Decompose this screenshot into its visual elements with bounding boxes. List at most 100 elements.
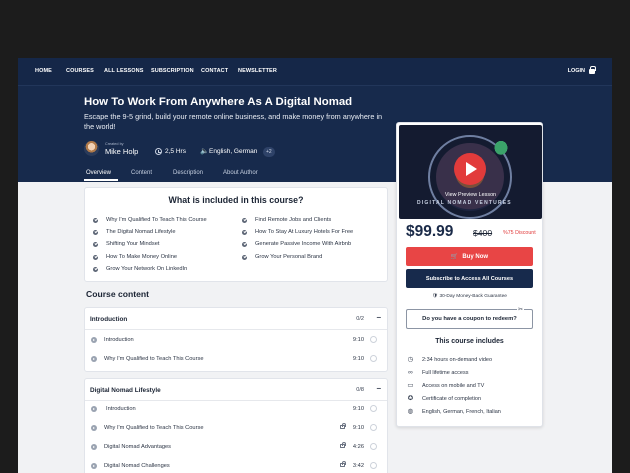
- included-item-text: Why I'm Qualified To Teach This Course: [106, 217, 207, 223]
- play-icon: [91, 406, 97, 412]
- nav-subscription[interactable]: SUBSCRIPTION: [151, 68, 194, 74]
- tab-content[interactable]: Content: [131, 170, 152, 176]
- section-progress: 0/2: [356, 316, 364, 322]
- preview-label[interactable]: View Preview Lesson: [399, 192, 542, 198]
- includes-item-text: Full lifetime access: [422, 369, 469, 376]
- course-title: How To Work From Anywhere As A Digital N…: [84, 96, 353, 108]
- included-item-text: Grow Your Personal Brand: [255, 254, 323, 260]
- author-name[interactable]: Mike Holp: [105, 147, 138, 156]
- included-item: Generate Passive Income With Airbnb: [242, 241, 351, 247]
- lesson-complete-checkbox[interactable]: [370, 336, 377, 343]
- lesson-duration: 9:10: [352, 337, 364, 343]
- shield-icon: 🛡: [432, 294, 439, 299]
- play-button[interactable]: [454, 153, 486, 185]
- included-item: Why I'm Qualified To Teach This Course: [93, 217, 207, 223]
- lesson-complete-checkbox[interactable]: [370, 355, 377, 362]
- subscribe-button[interactable]: Subscribe to Access All Courses: [406, 269, 533, 288]
- coupon-button[interactable]: Do you have a coupon to redeem?: [406, 309, 533, 329]
- content-section: Digital Nomad Lifestyle 0/8 − Introducti…: [84, 378, 388, 473]
- tab-about-author[interactable]: About Author: [223, 170, 258, 176]
- collapse-icon[interactable]: −: [376, 314, 381, 322]
- lesson-duration: 3:42: [352, 463, 364, 469]
- lock-icon: [340, 442, 346, 448]
- lesson-row[interactable]: Introduction 9:10: [85, 331, 387, 350]
- course-content-title: Course content: [86, 289, 150, 299]
- nav-home[interactable]: HOME: [35, 68, 52, 74]
- includes-item-text: Access on mobile and TV: [422, 382, 485, 389]
- section-progress: 0/8: [356, 387, 364, 393]
- author-avatar: [84, 141, 99, 156]
- play-icon: [91, 356, 97, 362]
- included-item: Grow Your Personal Brand: [242, 254, 322, 260]
- lesson-row[interactable]: Digital Nomad Advantages 4:26: [85, 438, 387, 457]
- lesson-title: Why I'm Qualified to Teach This Course: [104, 425, 204, 431]
- lesson-row[interactable]: Introduction 9:10: [85, 400, 387, 419]
- guarantee-note: 🛡 30-Day Money-Back Guarantee: [397, 294, 542, 299]
- collapse-icon[interactable]: −: [376, 385, 381, 393]
- lesson-duration: 9:10: [352, 425, 364, 431]
- speaker-icon: 🔈: [200, 148, 209, 155]
- section-header[interactable]: Introduction 0/2 −: [85, 308, 387, 330]
- content-section: Introduction 0/2 − Introduction 9:10 Why…: [84, 307, 388, 372]
- lesson-row[interactable]: Digital Nomad Challenges 3:42: [85, 457, 387, 473]
- buy-now-button[interactable]: 🛒 Buy Now: [406, 247, 533, 266]
- clock-icon: ◷: [407, 356, 414, 363]
- check-icon: [93, 266, 98, 272]
- check-icon: [242, 229, 247, 235]
- login-button[interactable]: LOGIN: [568, 66, 596, 74]
- includes-item: ∞ Full lifetime access: [407, 369, 468, 376]
- lesson-duration: 9:10: [352, 406, 364, 412]
- preview-badge-text: DIGITAL NOMAD VENTURES: [417, 200, 512, 206]
- included-item: Find Remote Jobs and Clients: [242, 217, 331, 223]
- lesson-complete-checkbox[interactable]: [370, 405, 377, 412]
- included-item-text: Find Remote Jobs and Clients: [255, 217, 332, 223]
- tv-icon: ▭: [407, 382, 414, 389]
- lesson-complete-checkbox[interactable]: [370, 424, 377, 431]
- created-by-label: Created by: [105, 142, 124, 146]
- play-icon: [91, 337, 97, 343]
- course-languages: English, German: [209, 148, 258, 155]
- includes-item: ✪ Certificate of completion: [407, 395, 481, 402]
- current-price: $99.99: [406, 223, 454, 240]
- lesson-title: Why I'm Qualified to Teach This Course: [104, 356, 204, 362]
- check-icon: [93, 229, 98, 235]
- more-languages-badge[interactable]: +2: [263, 146, 275, 157]
- includes-item: ◍ English, German, French, Italian: [407, 408, 501, 415]
- lock-icon: [340, 423, 346, 429]
- discount-label: %75 Discount: [503, 230, 536, 236]
- course-subtitle: Escape the 9-5 grind, build your remote …: [84, 112, 383, 131]
- certificate-icon: ✪: [407, 395, 414, 402]
- lesson-row[interactable]: Why I'm Qualified to Teach This Course 9…: [85, 419, 387, 438]
- tab-description[interactable]: Description: [173, 170, 203, 176]
- lesson-complete-checkbox[interactable]: [370, 443, 377, 450]
- globe-icon: ◍: [407, 408, 414, 415]
- nav-contact[interactable]: CONTACT: [201, 68, 228, 74]
- lesson-duration: 9:10: [352, 356, 364, 362]
- active-tab-indicator: [84, 179, 118, 181]
- play-icon: [91, 425, 97, 431]
- included-item: The Digital Nomad Lifestyle: [93, 229, 176, 235]
- purchase-sidebar: DIGITAL NOMAD VENTURES View Preview Less…: [396, 122, 543, 427]
- includes-item-text: Certificate of completion: [422, 395, 481, 402]
- check-icon: [242, 254, 247, 260]
- included-item-text: How To Stay At Luxury Hotels For Free: [255, 229, 354, 235]
- lesson-title: Introduction: [104, 337, 134, 343]
- preview-video[interactable]: DIGITAL NOMAD VENTURES View Preview Less…: [399, 125, 542, 219]
- lesson-title: Introduction: [106, 406, 136, 412]
- included-item: Shifting Your Mindset: [93, 241, 159, 247]
- lesson-complete-checkbox[interactable]: [370, 462, 377, 469]
- section-title: Digital Nomad Lifestyle: [90, 387, 161, 394]
- play-icon: [91, 444, 97, 450]
- nav-courses[interactable]: COURSES: [66, 68, 94, 74]
- section-header[interactable]: Digital Nomad Lifestyle 0/8 −: [85, 379, 387, 401]
- tab-overview[interactable]: Overview: [86, 170, 111, 176]
- check-icon: [242, 217, 247, 223]
- includes-item-text: 2:34 hours on-demand video: [422, 356, 493, 363]
- lock-icon: [589, 66, 596, 74]
- included-item-text: Shifting Your Mindset: [106, 241, 160, 247]
- lesson-row[interactable]: Why I'm Qualified to Teach This Course 9…: [85, 350, 387, 369]
- nav-newsletter[interactable]: NEWSLETTER: [238, 68, 277, 74]
- nav-all-lessons[interactable]: ALL LESSONS: [104, 68, 144, 74]
- included-item: How To Make Money Online: [93, 254, 177, 260]
- included-item-text: Generate Passive Income With Airbnb: [255, 241, 352, 247]
